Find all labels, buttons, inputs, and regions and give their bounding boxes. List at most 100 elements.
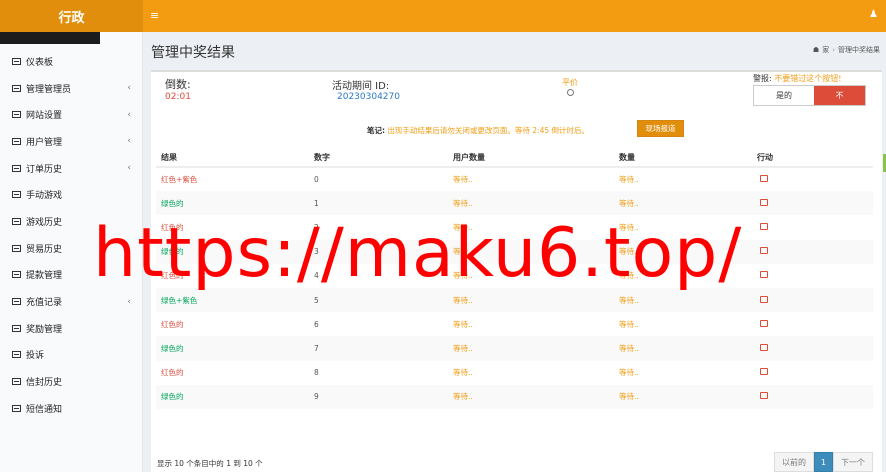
sidebar-item[interactable]: 游戏历史 [0,208,143,235]
list-icon [12,111,21,119]
breadcrumb-separator: › [832,46,835,54]
action-cell [752,312,873,336]
result-cell: 红色的 [161,222,184,232]
sidebar-item-label: 奖励管理 [26,324,63,335]
list-icon [12,137,21,145]
toggle-yes-button[interactable]: 是的 [754,86,814,105]
page-1-button[interactable]: 1 [814,452,833,472]
sidebar-item[interactable]: 提款管理 [0,262,143,289]
amount-cell: 等待.. [614,384,752,409]
number-cell: 1 [309,191,448,216]
content-wrapper: 管理中奖结果 ☗ 家 › 管理中奖结果 倒数: 02:01 活动期间 ID: 2… [143,32,886,472]
sidebar-item[interactable]: 信封历史 [0,368,143,395]
sidebar-item[interactable]: 仪表板 [0,48,143,75]
draw-radio[interactable] [567,89,574,96]
sidebar-item-label: 信封历史 [26,378,63,389]
breadcrumb-home[interactable]: 家 [822,45,829,55]
list-icon [12,298,21,306]
menu-toggle-icon[interactable]: ≡ [150,9,159,22]
users-cell: 等待.. [453,319,473,329]
header-amount[interactable]: 数量 [614,149,752,168]
number-cell: 7 [309,336,448,361]
select-checkbox-icon[interactable] [760,271,768,279]
sidebar-item[interactable]: 奖励管理 [0,315,143,342]
table-row: 绿色+紫色 5 等待.. 等待.. [156,287,873,313]
select-checkbox-icon[interactable] [760,198,768,206]
action-cell [752,191,873,216]
sidebar-item[interactable]: 网站设置 ‹ [0,101,143,128]
select-checkbox-icon[interactable] [760,319,768,327]
select-checkbox-icon[interactable] [760,343,768,351]
users-cell: 等待.. [448,384,614,409]
home-icon[interactable]: ☗ [813,46,819,54]
action-cell [752,239,873,264]
sidebar-item[interactable]: 投诉 [0,342,143,369]
users-cell: 等待.. [448,191,614,216]
list-icon [12,271,21,279]
amount-cell: 等待.. [614,336,752,361]
chevron-left-icon: ‹ [127,163,131,174]
list-icon [12,164,21,172]
chevron-left-icon: ‹ [127,136,131,147]
list-icon [12,244,21,252]
chevron-left-icon: ‹ [127,109,131,120]
sidebar-item[interactable]: 充值记录 ‹ [0,288,143,315]
info-row: 倒数: 02:01 活动期间 ID: 20230304270 平价 警报: 不要… [151,72,882,112]
action-cell [752,287,873,313]
table-row: 绿色的 7 等待.. 等待.. [156,336,873,361]
users-cell: 等待.. [448,336,614,361]
warning-text: 不要错过这个按钮! [774,74,842,83]
sidebar-item-label: 仪表板 [26,57,54,68]
amount-cell: 等待.. [614,287,752,313]
amount-cell: 等待.. [619,271,639,281]
amount-cell: 等待.. [619,222,639,232]
users-cell: 等待.. [448,287,614,313]
next-page-button[interactable]: 下一个 [833,452,873,472]
list-icon [12,84,21,92]
table-row: 红色的 6 等待.. 等待.. [156,312,873,336]
sidebar-item[interactable]: 贸易历史 [0,235,143,262]
prev-page-button[interactable]: 以前的 [774,452,814,472]
header-number[interactable]: 数字 [309,149,448,168]
sidebar-item-label: 管理管理员 [26,84,72,95]
result-cell: 红色的 [161,368,184,378]
confirm-toggle: 是的 不 [753,85,866,106]
results-box: 倒数: 02:01 活动期间 ID: 20230304270 平价 警报: 不要… [151,70,882,472]
action-cell [752,167,873,191]
action-cell [752,215,873,239]
sidebar-item[interactable]: 订单历史 ‹ [0,155,143,182]
sidebar-item-label: 手动游戏 [26,191,63,202]
sidebar-item-label: 订单历史 [26,164,63,175]
table-row: 红色的 8 等待.. 等待.. [156,361,873,385]
select-checkbox-icon[interactable] [760,368,768,376]
sidebar-item[interactable]: 手动游戏 [0,181,143,208]
list-icon [12,191,21,199]
select-checkbox-icon[interactable] [760,222,768,230]
header-users[interactable]: 用户数量 [448,149,614,168]
table-row: 红色的 2 等待.. 等待.. [156,215,873,239]
user-icon[interactable]: ♟ [869,9,878,20]
header-action[interactable]: 行动 [752,149,873,168]
select-checkbox-icon[interactable] [760,247,768,255]
result-cell: 绿色的 [156,336,309,361]
countdown-label: 倒数: [165,78,191,91]
sidebar-item[interactable]: 短信通知 [0,395,143,422]
warning: 警报: 不要错过这个按钮! [753,73,841,84]
note: 笔记: 出现手动结果后请勿关闭或更改页面。等待 2:45 倒计时后。 [367,125,589,136]
select-checkbox-icon[interactable] [760,392,768,400]
live-report-button[interactable]: 现场报道 [637,120,684,137]
table-row: 红色的 4 等待.. 等待.. [156,264,873,288]
sidebar-item[interactable]: 用户管理 ‹ [0,128,143,155]
period-value: 20230304270 [337,92,400,102]
brand-logo[interactable]: 行政 [0,0,143,32]
users-cell: 等待.. [453,222,473,232]
number-cell: 0 [314,175,319,185]
select-checkbox-icon[interactable] [760,295,768,303]
sidebar-item[interactable]: 管理管理员 ‹ [0,75,143,102]
users-cell: 等待.. [453,368,473,378]
amount-cell: 等待.. [619,319,639,329]
pagination: 以前的 1 下一个 [774,452,873,472]
select-checkbox-icon[interactable] [760,175,768,183]
header-result[interactable]: 结果 [156,149,309,168]
toggle-no-button[interactable]: 不 [814,86,865,105]
